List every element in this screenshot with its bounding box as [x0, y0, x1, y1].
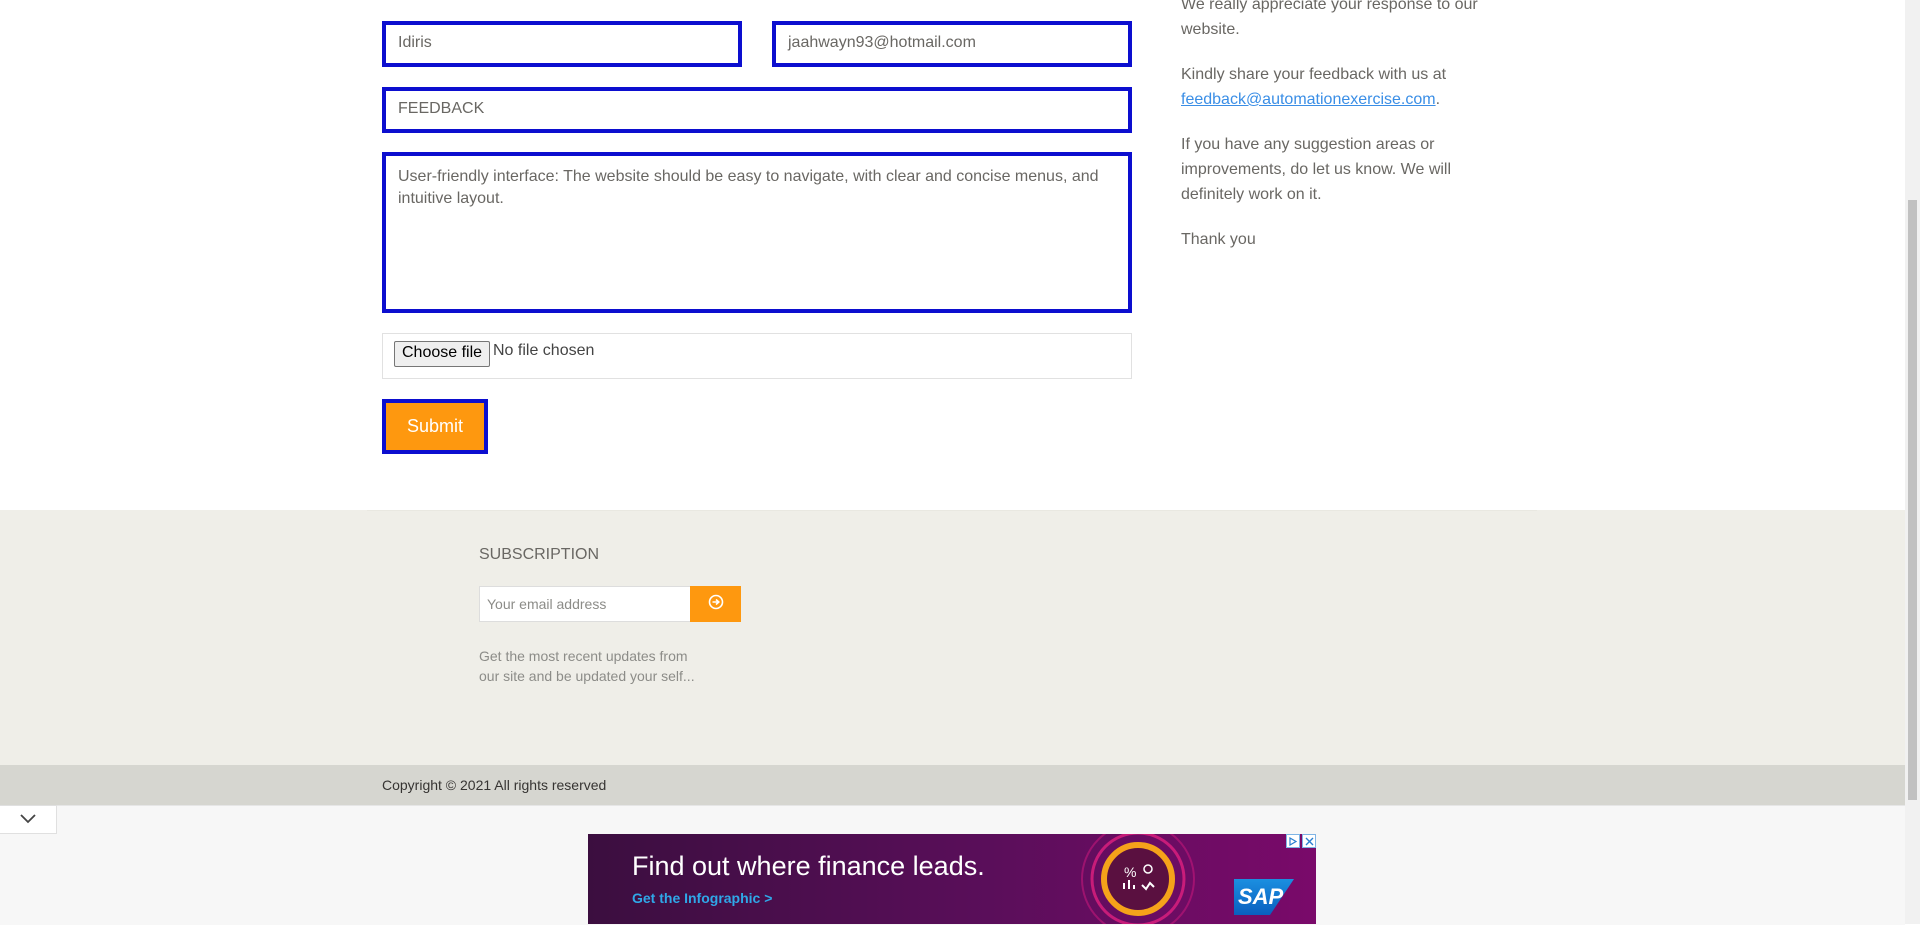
info-thanks: Thank you — [1181, 231, 1256, 248]
ad-headline: Find out where finance leads. — [632, 851, 985, 881]
info-suggestion: If you have any suggestion areas or impr… — [1181, 136, 1452, 203]
copyright-text: Copyright © 2021 All rights reserved — [382, 777, 607, 793]
close-icon[interactable] — [1302, 834, 1316, 848]
submit-button[interactable]: Submit — [382, 399, 488, 454]
vertical-scrollbar[interactable] — [1905, 0, 1920, 924]
feedback-email-link[interactable]: feedback@automationexercise.com — [1181, 91, 1436, 108]
subscribe-button[interactable] — [690, 586, 741, 622]
ad-choices-icon[interactable] — [1286, 834, 1300, 848]
info-share-text: Kindly share your feedback with us at — [1181, 66, 1447, 83]
svg-text:%: % — [1124, 864, 1136, 880]
footer-divider — [367, 510, 1537, 511]
arrow-circle-right-icon — [708, 594, 724, 615]
info-share: Kindly share your feedback with us at fe… — [1181, 62, 1501, 112]
ad-graphic: % — [1081, 834, 1195, 924]
name-input[interactable]: Idiris — [382, 21, 742, 67]
ad-cta-link[interactable]: Get the Infographic > — [632, 890, 772, 906]
footer-bottom: Copyright © 2021 All rights reserved — [0, 765, 1905, 805]
email-input[interactable]: jaahwayn93@hotmail.com — [772, 21, 1132, 67]
ad-collapse-button[interactable] — [0, 805, 57, 834]
ad-controls — [1286, 834, 1316, 848]
feedback-info: We really appreciate your response to ou… — [1181, 0, 1501, 272]
chevron-down-icon — [20, 811, 36, 829]
message-textarea[interactable]: User-friendly interface: The website sho… — [382, 152, 1132, 313]
subscribe-email-input[interactable]: Your email address — [479, 586, 691, 622]
page: Idiris jaahwayn93@hotmail.com FEEDBACK U… — [0, 0, 1905, 925]
ad-banner[interactable]: Find out where finance leads. Get the In… — [588, 834, 1316, 924]
subscription-title: SUBSCRIPTION — [479, 546, 600, 563]
sap-logo: SAP — [1234, 879, 1294, 915]
info-share-suffix: . — [1435, 91, 1441, 108]
file-upload[interactable]: Choose file No file chosen — [382, 333, 1132, 379]
footer-widget: SUBSCRIPTION Your email address Get the … — [0, 510, 1905, 765]
file-status: No file chosen — [493, 342, 595, 359]
info-appreciation: We really appreciate your response to ou… — [1181, 0, 1478, 38]
choose-file-button[interactable]: Choose file — [394, 341, 491, 367]
subscribe-description: Get the most recent updates from our sit… — [479, 648, 695, 684]
scrollbar-thumb[interactable] — [1908, 200, 1917, 800]
subject-input[interactable]: FEEDBACK — [382, 87, 1132, 133]
